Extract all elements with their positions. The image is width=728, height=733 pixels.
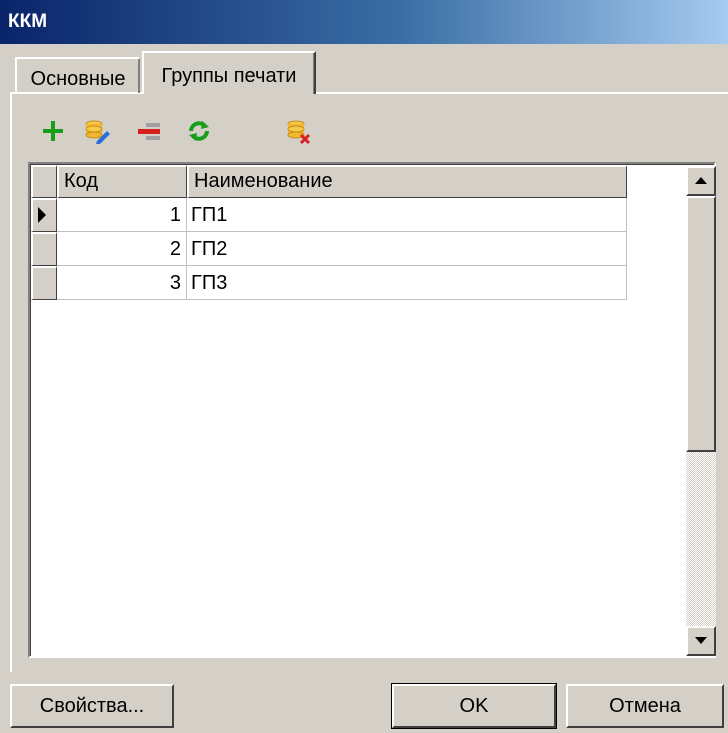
delete-record-icon	[287, 120, 311, 145]
ok-button[interactable]: OK	[392, 684, 556, 728]
delete-row-icon	[138, 123, 160, 140]
tab-basic[interactable]: Основные	[15, 57, 140, 93]
cancel-button[interactable]: Отмена	[566, 684, 724, 728]
arrow-up-icon	[695, 177, 707, 184]
delete-row-button[interactable]	[132, 114, 166, 148]
row-indicator[interactable]	[31, 232, 57, 266]
row-indicator[interactable]	[31, 198, 57, 232]
vertical-scrollbar[interactable]	[686, 166, 716, 656]
cell-code[interactable]: 1	[57, 198, 187, 232]
properties-button[interactable]: Свойства...	[10, 684, 174, 728]
current-row-arrow-icon	[38, 207, 46, 223]
scroll-down-button[interactable]	[686, 626, 716, 656]
column-header-name[interactable]: Наименование	[187, 165, 627, 198]
scroll-thumb[interactable]	[686, 196, 716, 452]
edit-record-icon	[85, 120, 110, 144]
print-groups-grid: Код Наименование 1 ГП1 2 ГП2 3 ГП3	[28, 162, 716, 658]
header-corner	[31, 165, 57, 198]
delete-record-button[interactable]	[282, 114, 316, 148]
column-header-code[interactable]: Код	[57, 165, 187, 198]
cell-code[interactable]: 2	[57, 232, 187, 266]
scroll-up-button[interactable]	[686, 166, 716, 196]
cell-name[interactable]: ГП1	[187, 198, 627, 232]
tab-print-groups[interactable]: Группы печати	[142, 51, 316, 94]
window-title: ККМ	[0, 0, 728, 44]
cell-name[interactable]: ГП3	[187, 266, 627, 300]
refresh-button[interactable]	[182, 114, 216, 148]
add-icon	[43, 121, 63, 141]
refresh-icon	[189, 121, 209, 141]
edit-record-button[interactable]	[80, 114, 114, 148]
cell-code[interactable]: 3	[57, 266, 187, 300]
cell-name[interactable]: ГП2	[187, 232, 627, 266]
add-button[interactable]	[36, 114, 70, 148]
arrow-down-icon	[695, 637, 707, 644]
row-indicator[interactable]	[31, 266, 57, 300]
